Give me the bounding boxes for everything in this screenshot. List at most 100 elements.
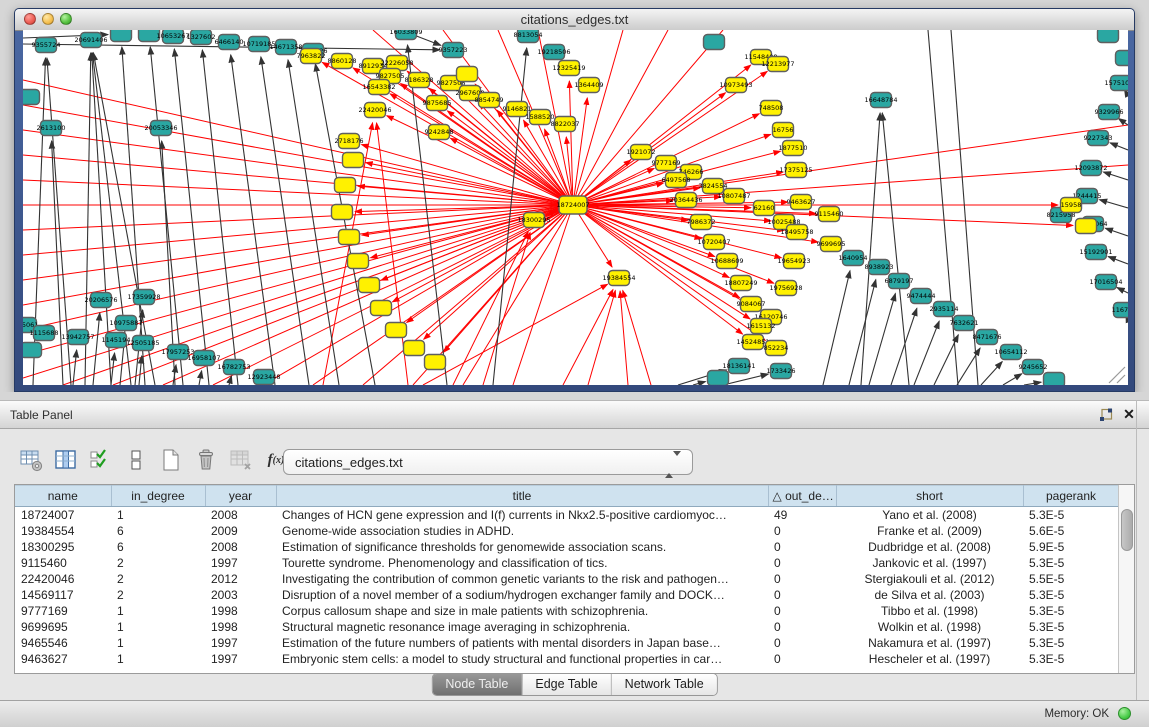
graph-node[interactable]: 8854749 xyxy=(475,93,504,108)
graph-node[interactable]: 12093872 xyxy=(1074,161,1107,176)
graph-node[interactable] xyxy=(23,343,42,358)
graph-node[interactable]: 16782753 xyxy=(217,360,250,375)
graph-node[interactable]: 8860128 xyxy=(328,54,357,69)
table-row[interactable]: 946362711997Embryonic stem cells: a mode… xyxy=(15,651,1119,667)
graph-node[interactable]: 2613100 xyxy=(37,121,66,136)
graph-node[interactable]: 10688609 xyxy=(710,254,743,269)
graph-node[interactable]: 8813054 xyxy=(514,30,543,43)
graph-node[interactable] xyxy=(425,355,446,370)
table-scrollbar[interactable] xyxy=(1118,485,1134,673)
close-panel-icon[interactable]: ✕ xyxy=(1122,407,1136,421)
graph-node[interactable] xyxy=(371,301,392,316)
network-canvas[interactable]: 9355724206914061065326713276026466140107… xyxy=(23,30,1128,385)
graph-node[interactable] xyxy=(457,67,478,82)
row-selection-icon[interactable] xyxy=(88,447,114,473)
graph-node[interactable]: 1921072 xyxy=(627,145,656,160)
graph-node[interactable]: 10653267 xyxy=(156,30,189,44)
table-row[interactable]: 969969511998Structural magnetic resonanc… xyxy=(15,619,1119,635)
panel-splitter[interactable]: ▴ xyxy=(0,392,1149,400)
graph-node[interactable]: 16033809 xyxy=(389,30,422,40)
graph-node[interactable]: 16648784 xyxy=(864,93,897,108)
graph-node[interactable]: 1640954 xyxy=(839,251,868,266)
table-row[interactable]: 2242004622012Investigating the contribut… xyxy=(15,571,1119,587)
tab-network-table[interactable]: Network Table xyxy=(611,674,717,695)
graph-node[interactable]: 17375125 xyxy=(779,163,812,178)
graph-node[interactable]: 6879197 xyxy=(885,274,914,289)
table-selector-dropdown[interactable]: citations_edges.txt xyxy=(283,449,693,475)
graph-node[interactable]: 10975887 xyxy=(109,316,142,331)
network-window[interactable]: citations_edges.txt 93557242069140610653… xyxy=(14,8,1135,392)
graph-node[interactable]: 10720407 xyxy=(697,235,730,250)
tab-edge-table[interactable]: Edge Table xyxy=(521,674,610,695)
row-height-icon[interactable] xyxy=(123,447,149,473)
graph-node[interactable]: 9242848 xyxy=(425,125,454,140)
graph-node[interactable]: 1364409 xyxy=(575,78,604,93)
graph-node[interactable]: 9245652 xyxy=(1019,360,1048,375)
table-row[interactable]: 977716911998Corpus callosum shape and si… xyxy=(15,603,1119,619)
graph-node[interactable]: 10654112 xyxy=(994,345,1027,360)
column-header-1[interactable]: in_degree xyxy=(111,486,205,507)
graph-node[interactable]: 9329966 xyxy=(1095,105,1124,120)
graph-node[interactable]: 6466140 xyxy=(215,35,244,50)
table-row[interactable]: 1456911722003Disruption of a novel membe… xyxy=(15,587,1119,603)
graph-node[interactable]: 6497568 xyxy=(662,173,691,188)
graph-node[interactable]: 9227343 xyxy=(1084,131,1113,146)
graph-node[interactable] xyxy=(343,153,364,168)
graph-node[interactable]: 19384554 xyxy=(602,271,635,286)
graph-node[interactable]: 8938923 xyxy=(865,260,894,275)
column-header-2[interactable]: year xyxy=(205,486,276,507)
graph-node[interactable] xyxy=(704,35,725,50)
column-header-5[interactable]: short xyxy=(836,486,1023,507)
table-row[interactable]: 1830029562008Estimation of significance … xyxy=(15,539,1119,555)
graph-node[interactable] xyxy=(1116,51,1129,66)
table-row[interactable]: 1872400712008Changes of HCN gene express… xyxy=(15,507,1119,523)
graph-node[interactable]: 9875685 xyxy=(423,96,452,111)
tab-node-table[interactable]: Node Table xyxy=(432,674,521,695)
graph-node[interactable]: 12325419 xyxy=(552,61,585,76)
graph-node[interactable]: 12923448 xyxy=(247,370,280,385)
graph-node[interactable]: 9463627 xyxy=(787,195,816,210)
graph-node[interactable]: 16756 xyxy=(773,123,794,138)
graph-node[interactable]: 1615132 xyxy=(747,319,776,334)
column-header-4[interactable]: △ out_de… xyxy=(768,486,836,507)
graph-node[interactable] xyxy=(23,90,40,105)
graph-node[interactable]: 2718176 xyxy=(335,134,364,149)
graph-node[interactable]: 15958 xyxy=(1061,198,1082,213)
show-columns-icon[interactable] xyxy=(53,447,79,473)
scrollbar-thumb[interactable] xyxy=(1121,509,1133,551)
graph-node[interactable] xyxy=(348,254,369,269)
graph-node[interactable]: 18724007 xyxy=(556,196,589,214)
graph-node[interactable]: 18807249 xyxy=(724,276,757,291)
table-row[interactable]: 946554611997Estimation of the future num… xyxy=(15,635,1119,651)
graph-node[interactable]: 8471676 xyxy=(973,330,1002,345)
column-header-0[interactable]: name xyxy=(15,486,111,507)
graph-node[interactable]: 852234 xyxy=(764,341,789,356)
graph-node[interactable]: 116753 xyxy=(1112,303,1128,318)
graph-node[interactable] xyxy=(708,371,729,386)
graph-node[interactable]: 9355724 xyxy=(32,38,61,53)
graph-node[interactable]: 10973493 xyxy=(719,78,752,93)
graph-node[interactable]: 17359928 xyxy=(127,290,160,305)
table-options-icon[interactable] xyxy=(18,447,44,473)
graph-node[interactable] xyxy=(111,30,132,42)
graph-node[interactable]: 19218506 xyxy=(537,45,570,60)
graph-node[interactable]: 1733426 xyxy=(767,364,796,379)
table-row[interactable]: 1938455462009Genome-wide association stu… xyxy=(15,523,1119,539)
column-header-6[interactable]: pagerank xyxy=(1023,486,1119,507)
graph-node[interactable]: 8822037 xyxy=(551,117,580,132)
graph-node[interactable]: 1877510 xyxy=(779,141,808,156)
graph-node[interactable]: 9115460 xyxy=(815,207,844,222)
graph-node[interactable]: 15751074 xyxy=(1104,76,1128,91)
graph-node[interactable]: 19654923 xyxy=(777,254,810,269)
graph-node[interactable]: 20206576 xyxy=(84,293,117,308)
column-header-3[interactable]: title xyxy=(276,486,768,507)
graph-node[interactable]: 20053346 xyxy=(144,121,177,136)
create-table-icon[interactable] xyxy=(158,447,184,473)
graph-node[interactable]: 2935114 xyxy=(930,302,959,317)
graph-node[interactable]: 15192901 xyxy=(1079,245,1112,260)
graph-node[interactable] xyxy=(1044,373,1065,386)
graph-node[interactable]: 62160 xyxy=(754,201,775,216)
graph-node[interactable]: 9474444 xyxy=(907,289,936,304)
graph-node[interactable] xyxy=(1098,30,1119,43)
float-panel-icon[interactable] xyxy=(1099,408,1113,422)
